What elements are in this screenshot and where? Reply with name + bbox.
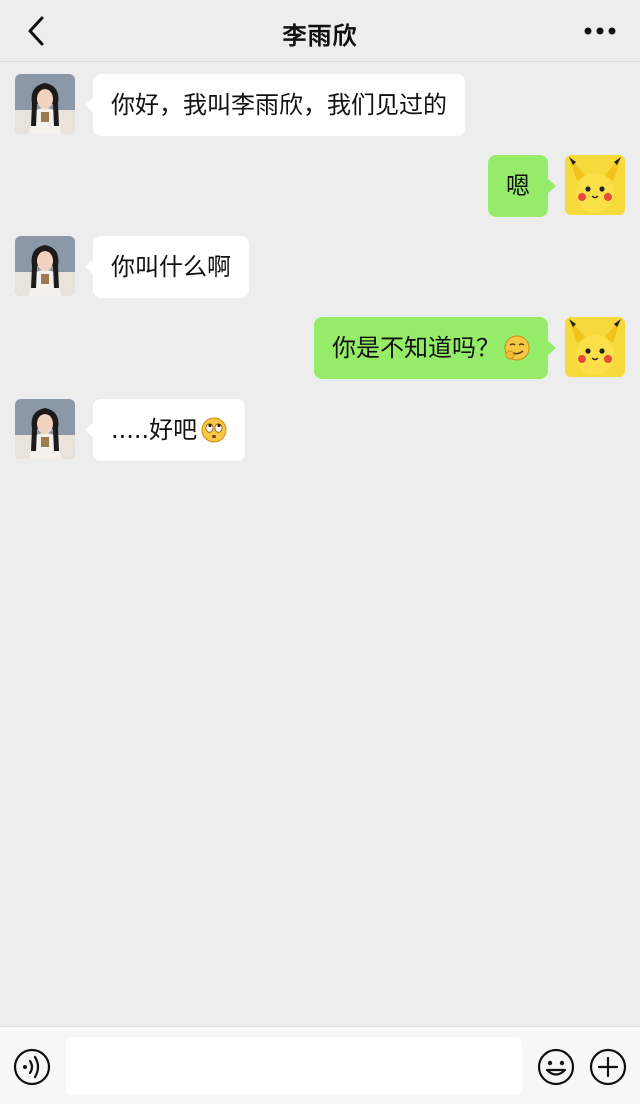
smirk-emoji — [504, 335, 530, 361]
message-text: 你叫什么啊 — [111, 253, 231, 281]
message-text: .....好吧 — [111, 416, 198, 444]
pikachu-avatar[interactable] — [565, 317, 625, 377]
contact-avatar[interactable] — [15, 399, 75, 459]
message-bubble[interactable]: 你好，我叫李雨欣，我们见过的 — [85, 74, 465, 136]
message-text: 你好，我叫李雨欣，我们见过的 — [111, 91, 447, 119]
message-input[interactable] — [66, 1037, 522, 1095]
message-bubble[interactable]: 你叫什么啊 — [85, 236, 249, 298]
plus-circle-icon[interactable] — [588, 1047, 628, 1087]
input-bar — [0, 1026, 640, 1104]
message-row: 你好，我叫李雨欣，我们见过的 — [0, 74, 640, 136]
chat-header: 李雨欣 — [0, 0, 640, 62]
smiley-icon[interactable] — [536, 1047, 576, 1087]
message-bubble[interactable]: .....好吧 — [84, 399, 246, 461]
message-bubble[interactable]: 嗯 — [488, 155, 556, 217]
message-row: .....好吧 — [0, 399, 640, 461]
message-bubble[interactable]: 你是不知道吗？ — [314, 317, 556, 379]
contact-avatar[interactable] — [15, 74, 75, 134]
message-row: 你叫什么啊 — [0, 236, 640, 298]
message-text: 你是不知道吗？ — [332, 334, 500, 362]
pikachu-avatar[interactable] — [565, 155, 625, 215]
more-dots-icon[interactable] — [580, 16, 620, 46]
contact-avatar[interactable] — [15, 236, 75, 296]
voice-icon[interactable] — [12, 1047, 52, 1087]
message-row: 你是不知道吗？ — [0, 317, 640, 379]
chat-title: 李雨欣 — [282, 22, 358, 50]
message-text: 嗯 — [506, 172, 530, 200]
message-list[interactable]: 你好，我叫李雨欣，我们见过的 嗯 你叫什么啊 你是不知道吗？ .....好吧 — [0, 62, 640, 1026]
message-row: 嗯 — [0, 155, 640, 217]
rolling-eyes-emoji — [201, 417, 227, 443]
